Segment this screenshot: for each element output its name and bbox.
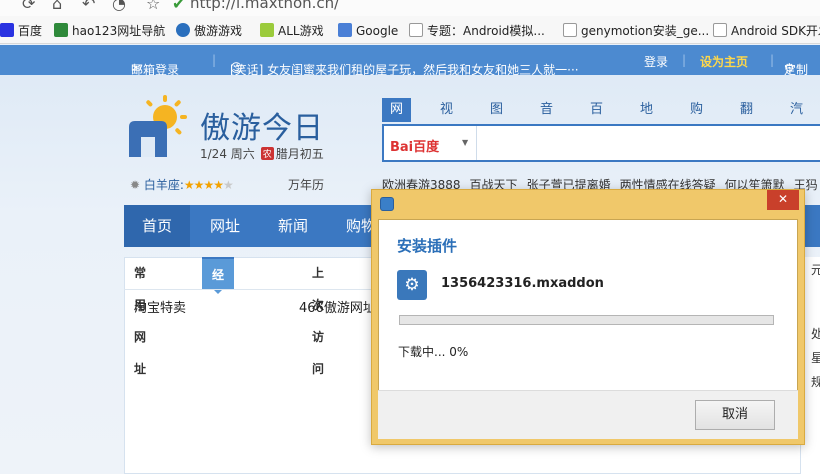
maxthon-games-icon — [176, 23, 190, 37]
divider: | — [682, 53, 687, 67]
search-input[interactable] — [480, 126, 820, 160]
search-tab-images[interactable]: 图片 — [490, 98, 503, 141]
search-tab-shopping[interactable]: 购物 — [690, 98, 703, 141]
bookmark-android-emulator[interactable]: 专题：Android模拟... — [409, 22, 545, 40]
bookmark-baidu[interactable]: 百度 — [0, 22, 42, 40]
chevron-down-icon[interactable]: ▼ — [462, 138, 468, 147]
sun-icon: ✹ — [130, 178, 144, 192]
refresh-icon[interactable]: ⟳ — [22, 0, 35, 13]
nav-home[interactable]: 首页 — [124, 205, 191, 247]
list-item[interactable]: 466傲游网址 — [299, 297, 376, 316]
tab-last-visit[interactable]: 上次访问 — [302, 257, 334, 376]
cancel-button[interactable]: 取消 — [695, 400, 775, 430]
addon-filename: 1356423316.mxaddon — [441, 276, 604, 291]
android-icon — [260, 23, 274, 37]
horoscope-widget[interactable]: ✹ 白羊座:★★★★★ — [130, 176, 234, 193]
search-tab-map[interactable]: 地图 — [640, 98, 653, 141]
address-bar[interactable]: http://i.maxthon.cn/ — [190, 0, 339, 12]
bookmark-all-games[interactable]: ALL游戏 — [260, 22, 324, 40]
nav-sites[interactable]: 网址 — [210, 205, 240, 247]
page-icon — [563, 23, 577, 37]
browser-toolbar: ⟳ ⌂ ↶ ◔ ☆ ✔ http://i.maxthon.cn/ — [0, 0, 820, 16]
side-text: 处 — [811, 327, 820, 341]
site-title[interactable]: 傲游今日 — [200, 103, 324, 147]
google-icon — [338, 23, 352, 37]
list-item[interactable]: 淘宝特卖 — [134, 297, 186, 316]
nav-news[interactable]: 新闻 — [278, 205, 308, 247]
close-button[interactable]: ✕ — [767, 190, 799, 210]
undo-icon[interactable]: ↶ — [82, 0, 95, 13]
secure-shield-icon: ✔ — [172, 0, 186, 13]
bookmark-maxthon-games[interactable]: 傲游游戏 — [176, 22, 242, 40]
history-icon[interactable]: ◔ — [112, 0, 126, 13]
search-tab-video[interactable]: 视频 — [440, 98, 453, 141]
dialog-title: 安装插件 — [397, 237, 458, 255]
lunar-badge: 农 — [260, 147, 274, 160]
calendar-link[interactable]: 万年历 — [288, 176, 324, 193]
tab-common-sites[interactable]: 常用网址 — [124, 257, 156, 376]
baidu-paw-icon — [0, 23, 14, 37]
download-status: 下载中... 0% — [398, 345, 469, 359]
tab-frequent-sites[interactable]: 经常访问网站 — [202, 257, 235, 442]
hao123-icon — [54, 23, 68, 37]
search-tab-web[interactable]: 网页 — [382, 98, 412, 141]
side-text: 元 — [811, 263, 820, 277]
info-bar: ✉ 邮箱登录 | ☺ [笑话] 女友闺蜜来我们租的屋子玩，然后我和女友和她三人就… — [0, 45, 820, 77]
search-engine-selector[interactable]: Bai百度 — [390, 136, 439, 155]
search-tab-cars[interactable]: 汽车 — [790, 98, 803, 141]
side-text: 规 — [811, 375, 820, 389]
divider — [476, 126, 477, 160]
divider: | — [212, 53, 217, 67]
search-box: Bai百度 ▼ — [382, 124, 820, 162]
horoscope-rating: ★★★★★ — [183, 178, 234, 192]
set-homepage-link[interactable]: 设为主页 — [700, 53, 748, 70]
download-progress-bar — [399, 315, 774, 325]
divider: | — [770, 53, 775, 67]
addon-gear-icon: ⚙ — [397, 270, 427, 300]
home-icon[interactable]: ⌂ — [52, 0, 62, 13]
date-display: 1/24 周六农腊月初五 — [200, 147, 324, 161]
bookmark-hao123[interactable]: hao123网址导航 — [54, 22, 165, 40]
page-icon — [713, 23, 727, 37]
page-icon — [409, 23, 423, 37]
login-link[interactable]: 登录 — [644, 53, 668, 70]
maxthon-logo-icon[interactable] — [125, 95, 187, 157]
favorite-star-icon[interactable]: ☆ — [146, 0, 160, 13]
search-tab-music[interactable]: 音乐 — [540, 98, 553, 141]
bookmark-google[interactable]: Google — [338, 22, 398, 40]
search-tab-translate[interactable]: 翻译 — [740, 98, 753, 141]
bookmarks-bar: 百度 hao123网址导航 傲游游戏 ALL游戏 Google 专题：Andro… — [0, 16, 820, 44]
maxthon-app-icon — [380, 197, 394, 211]
bookmark-genymotion[interactable]: genymotion安装_ge... — [563, 22, 709, 40]
search-tab-baike[interactable]: 百科 — [590, 98, 603, 141]
side-text: 星 — [811, 351, 820, 365]
bookmark-android-sdk[interactable]: Android SDK开发 — [713, 22, 820, 40]
